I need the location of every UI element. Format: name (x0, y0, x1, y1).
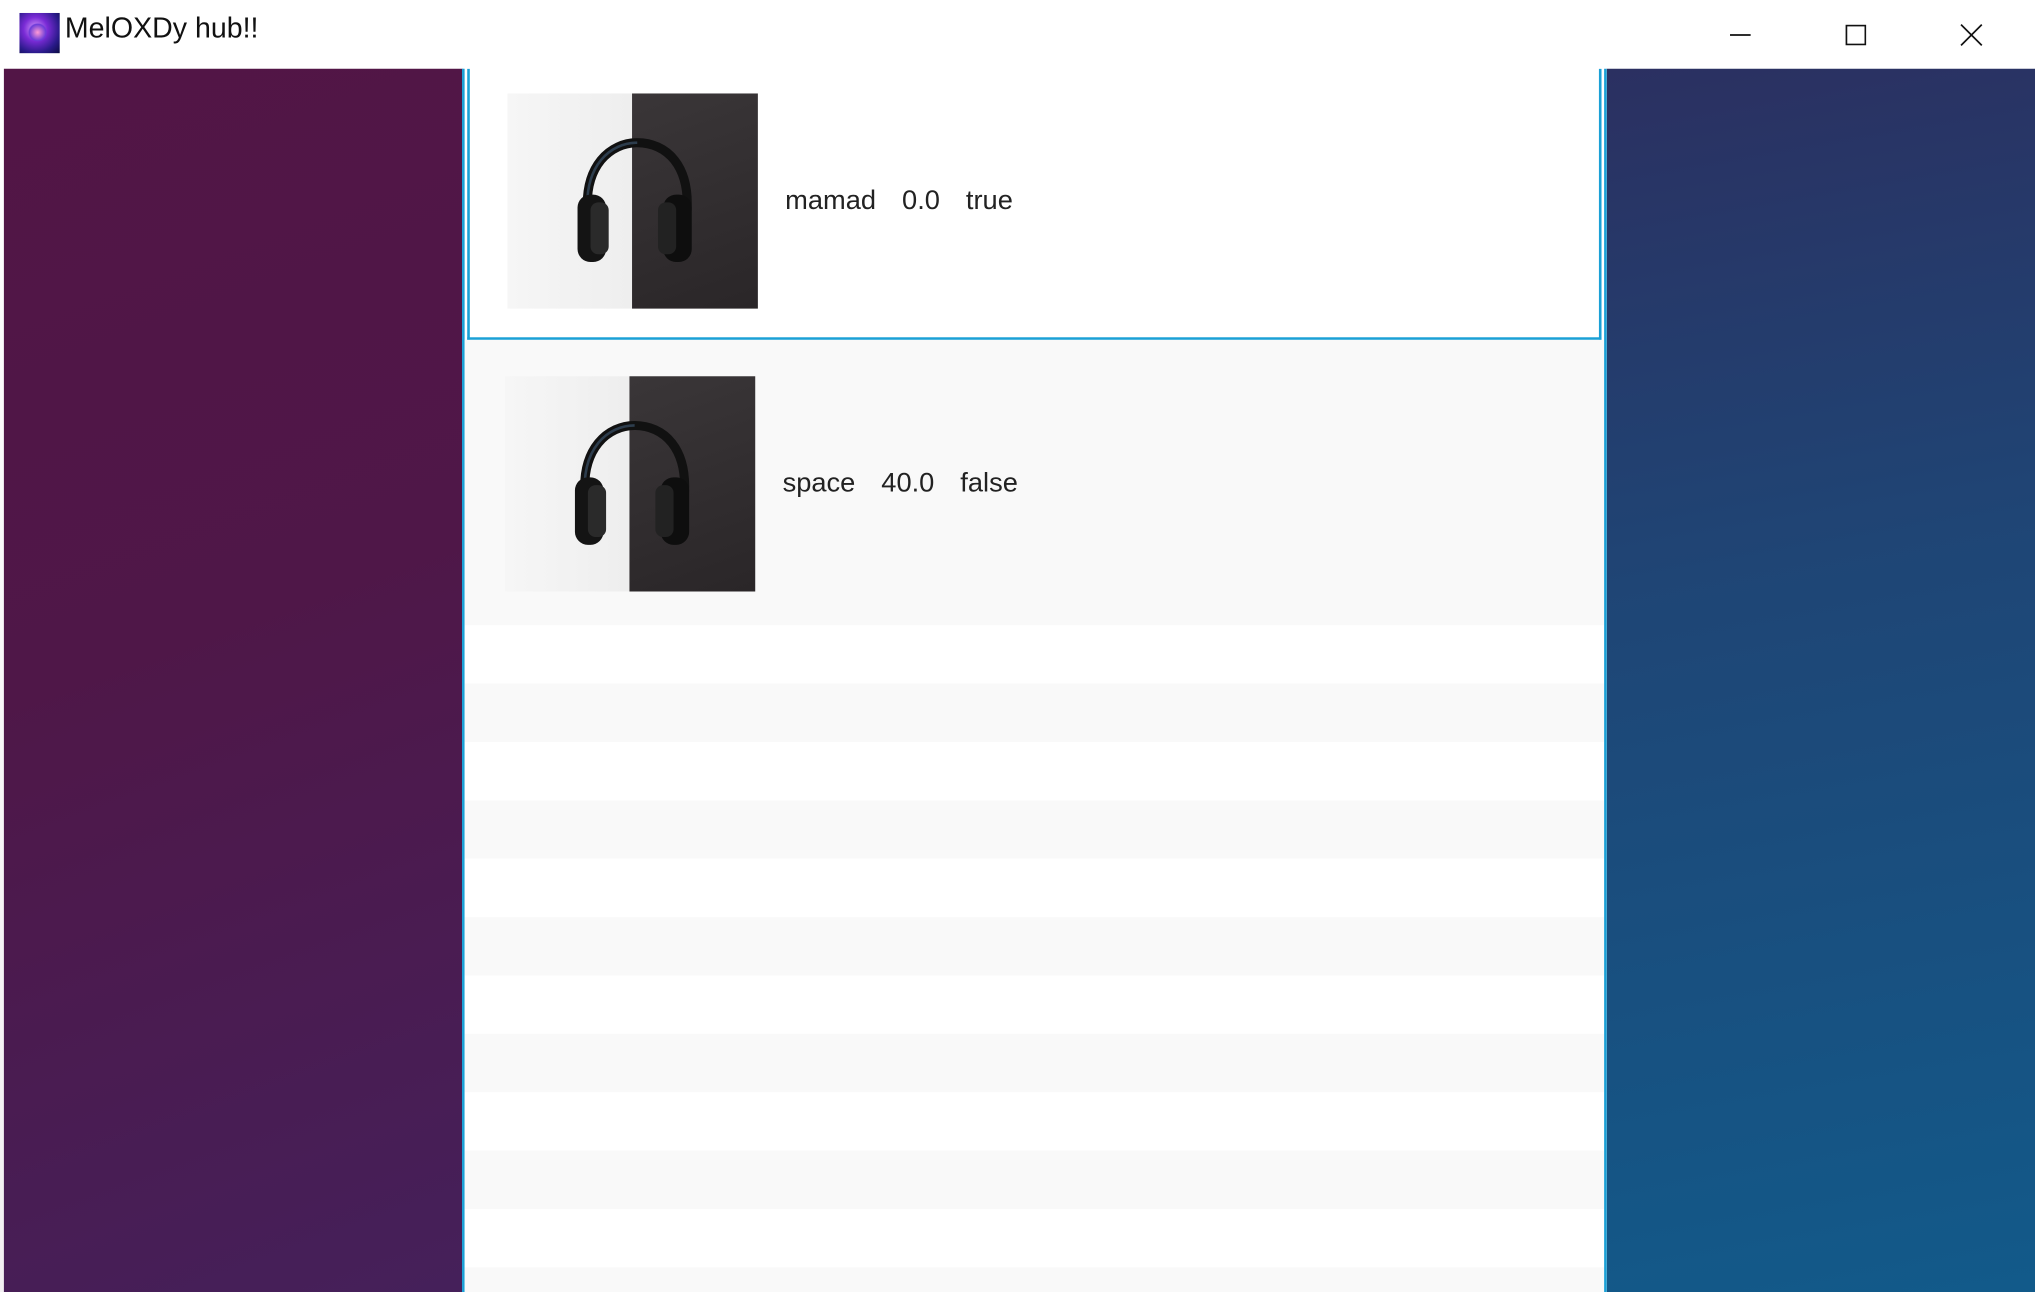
headphones-icon (577, 138, 692, 263)
right-background-panel (1606, 68, 2035, 1292)
track-value: 0.0 (902, 185, 940, 216)
empty-row (464, 800, 1605, 859)
empty-row (464, 917, 1605, 976)
maximize-icon (1845, 24, 1867, 45)
empty-row (464, 975, 1605, 1034)
empty-row (464, 1033, 1605, 1093)
track-name: mamad (785, 185, 877, 216)
app-window: MelOXDy hub!! mamad 0.0 true space 40.0 … (0, 0, 2035, 1292)
track-flag: true (965, 185, 1013, 216)
album-cover (507, 93, 758, 309)
empty-row (464, 1150, 1605, 1209)
empty-row (464, 1208, 1605, 1268)
track-info: mamad 0.0 true (785, 185, 1013, 216)
maximize-button[interactable] (1799, 0, 1913, 69)
track-row[interactable]: space 40.0 false (464, 339, 1605, 626)
headphones-icon (574, 420, 690, 545)
close-icon (1960, 23, 1983, 46)
app-logo-icon (19, 12, 60, 54)
track-info: space 40.0 false (783, 468, 1018, 499)
track-list[interactable]: mamad 0.0 true space 40.0 false (462, 68, 1607, 1292)
empty-row (464, 625, 1605, 684)
track-value: 40.0 (881, 468, 935, 499)
title-bar[interactable]: MelOXDy hub!! (0, 0, 2035, 69)
track-flag: false (960, 468, 1018, 499)
empty-row (464, 1267, 1605, 1292)
empty-row (464, 683, 1605, 742)
close-button[interactable] (1914, 0, 2028, 69)
album-cover (504, 376, 756, 592)
minimize-icon (1730, 33, 1751, 36)
empty-row (464, 858, 1605, 918)
track-row-selected[interactable]: mamad 0.0 true (467, 68, 1602, 340)
empty-row (464, 741, 1605, 801)
left-background-panel (3, 68, 464, 1292)
minimize-button[interactable] (1683, 0, 1797, 69)
empty-row (464, 1092, 1605, 1151)
track-name: space (782, 468, 856, 499)
window-title: MelOXDy hub!! (64, 11, 259, 45)
